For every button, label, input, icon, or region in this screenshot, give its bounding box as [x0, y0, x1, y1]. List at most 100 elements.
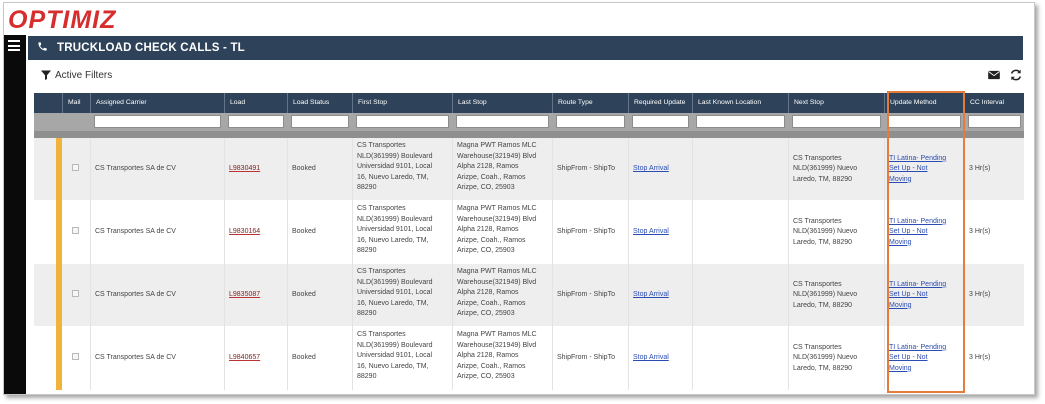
required-update-link[interactable]: Stop Arrival	[633, 290, 669, 301]
update-method-line[interactable]: Set Up - Not	[889, 227, 946, 238]
update-method-line[interactable]: Set Up - Not	[889, 164, 946, 175]
update-method-line[interactable]: TI Latina- Pending	[889, 280, 946, 291]
filter-input-last-stop[interactable]	[456, 115, 549, 128]
filter-input-update-method[interactable]	[888, 115, 961, 128]
update-method-line[interactable]: TI Latina- Pending	[889, 217, 946, 228]
update-method-line[interactable]: Moving	[889, 364, 946, 375]
hamburger-menu-icon[interactable]	[8, 40, 20, 51]
update-method-block[interactable]: TI Latina- Pending Set Up - Not Moving	[889, 280, 946, 312]
load-link[interactable]: L9830491	[229, 164, 260, 175]
route-type-cell: ShipFrom - ShipTo	[557, 138, 625, 201]
first-stop-line: 16, Nuevo Laredo, TM,	[357, 173, 429, 181]
filter-input-load[interactable]	[228, 115, 284, 128]
last-stop-line: Arizpe, Coah., Ramos	[457, 236, 526, 244]
next-stop-cell: CS Transportes NLD(361999) Nuevo Laredo, T…	[793, 201, 881, 264]
route-type-text: ShipFrom - ShipTo	[557, 228, 615, 236]
column-divider	[352, 201, 353, 264]
column-header-last-stop[interactable]: Last Stop	[452, 93, 552, 113]
column-header-update-method[interactable]: Update Method	[884, 93, 964, 113]
assigned-carrier-cell: CS Transportes SA de CV	[95, 264, 221, 327]
first-stop-line: 88290	[357, 184, 377, 191]
update-method-line[interactable]: Set Up - Not	[889, 353, 946, 364]
assigned-carrier-cell: CS Transportes SA de CV	[95, 138, 221, 201]
table-row[interactable]: CS Transportes SA de CV L9830491 Booked CS …	[34, 138, 1024, 201]
first-stop-block: CS Transportes NLD(361999) Boulevard Unive…	[357, 267, 449, 320]
required-update-link[interactable]: Stop Arrival	[633, 227, 669, 238]
active-filters-toggle[interactable]: Active Filters	[40, 69, 112, 81]
first-stop-block: CS Transportes NLD(361999) Boulevard Unive…	[357, 330, 449, 383]
grid-header-row: Mail Assigned Carrier Load Load Status First…	[34, 93, 1024, 113]
column-divider	[964, 138, 965, 201]
column-header-assigned-carrier[interactable]: Assigned Carrier	[90, 93, 224, 113]
column-divider	[692, 264, 693, 327]
column-header-last-known-location[interactable]: Last Known Location	[692, 93, 788, 113]
update-method-line[interactable]: Moving	[889, 238, 946, 249]
last-stop-line: Arizpe, Coah., Ramos	[457, 173, 526, 181]
column-header-mail[interactable]: Mail	[62, 93, 90, 113]
refresh-icon[interactable]	[1009, 68, 1023, 82]
last-stop-line: Magna PWT Ramos MLC	[457, 268, 537, 275]
column-header-first-stop[interactable]: First Stop	[352, 93, 452, 113]
filter-input-first-stop[interactable]	[356, 115, 449, 128]
page-title: TRUCKLOAD CHECK CALLS - TL	[57, 42, 245, 54]
filter-input-last-known-location[interactable]	[696, 115, 785, 128]
last-stop-line: Alpha 2128, Ramos	[457, 352, 519, 359]
update-method-block[interactable]: TI Latina- Pending Set Up - Not Moving	[889, 343, 946, 375]
app-logo[interactable]: OPTIMIZ	[8, 7, 116, 33]
mail-checkbox[interactable]	[72, 353, 79, 360]
column-header-route-type[interactable]: Route Type	[552, 93, 628, 113]
load-link[interactable]: L9830164	[229, 227, 260, 238]
load-link[interactable]: L9835087	[229, 290, 260, 301]
required-update-link[interactable]: Stop Arrival	[633, 164, 669, 175]
filter-input-route-type[interactable]	[556, 115, 625, 128]
column-header-load[interactable]: Load	[224, 93, 287, 113]
next-stop-cell: CS Transportes NLD(361999) Nuevo Laredo, T…	[793, 138, 881, 201]
filter-input-required-update[interactable]	[632, 115, 689, 128]
last-stop-line: Alpha 2128, Ramos	[457, 226, 519, 233]
cc-interval-text: 3 Hr(s)	[969, 291, 991, 299]
column-divider	[224, 138, 225, 201]
load-link[interactable]: L9840657	[229, 353, 260, 364]
update-method-line[interactable]: TI Latina- Pending	[889, 343, 946, 354]
column-divider	[788, 327, 789, 390]
filter-input-assigned-carrier[interactable]	[94, 115, 221, 128]
load-status-cell: Booked	[292, 264, 349, 327]
column-divider	[224, 264, 225, 327]
column-header-cc-interval[interactable]: CC Interval	[964, 93, 1024, 113]
page-header: TRUCKLOAD CHECK CALLS - TL	[28, 36, 1023, 60]
next-stop-block: CS Transportes NLD(361999) Nuevo Laredo, T…	[793, 280, 857, 312]
table-row[interactable]: CS Transportes SA de CV L9830164 Booked CS …	[34, 201, 1024, 264]
mail-checkbox[interactable]	[72, 227, 79, 234]
column-divider	[552, 201, 553, 264]
assigned-carrier-text: CS Transportes SA de CV	[95, 291, 176, 299]
last-stop-line: Arizpe, CO, 25903	[457, 373, 515, 380]
next-stop-cell: CS Transportes NLD(361999) Nuevo Laredo, T…	[793, 327, 881, 390]
left-nav-rail	[4, 35, 26, 394]
required-update-link[interactable]: Stop Arrival	[633, 353, 669, 364]
cc-interval-cell: 3 Hr(s)	[969, 327, 1021, 390]
update-method-block[interactable]: TI Latina- Pending Set Up - Not Moving	[889, 217, 946, 249]
active-filters-label: Active Filters	[55, 69, 113, 81]
column-header-next-stop[interactable]: Next Stop	[788, 93, 884, 113]
filter-input-cc-interval[interactable]	[968, 115, 1021, 128]
column-header-required-update[interactable]: Required Update	[628, 93, 692, 113]
update-method-line[interactable]: Set Up - Not	[889, 290, 946, 301]
column-divider	[452, 201, 453, 264]
update-method-line[interactable]: TI Latina- Pending	[889, 154, 946, 165]
last-stop-line: Warehouse(321949) Blvd	[457, 215, 537, 223]
filter-icon	[41, 70, 51, 80]
column-divider	[884, 327, 885, 390]
first-stop-line: CS Transportes	[357, 142, 406, 149]
table-row[interactable]: CS Transportes SA de CV L9835087 Booked CS …	[34, 264, 1024, 327]
mail-checkbox[interactable]	[72, 290, 79, 297]
column-header-load-status[interactable]: Load Status	[287, 93, 352, 113]
filter-input-load-status[interactable]	[291, 115, 349, 128]
next-stop-line: NLD(361999) Nuevo	[793, 165, 858, 173]
update-method-block[interactable]: TI Latina- Pending Set Up - Not Moving	[889, 154, 946, 186]
filter-input-next-stop[interactable]	[792, 115, 881, 128]
mail-icon[interactable]	[987, 68, 1001, 82]
update-method-line[interactable]: Moving	[889, 301, 946, 312]
table-row[interactable]: CS Transportes SA de CV L9840657 Booked CS …	[34, 327, 1024, 390]
mail-checkbox[interactable]	[72, 164, 79, 171]
update-method-line[interactable]: Moving	[889, 175, 946, 186]
